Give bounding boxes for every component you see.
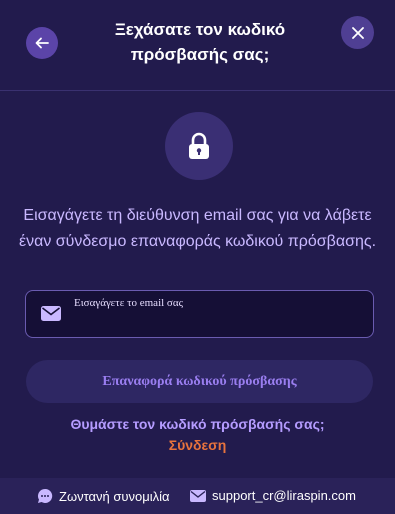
lock-icon <box>189 132 209 159</box>
email-input[interactable] <box>74 295 364 311</box>
arrow-left-icon <box>35 37 49 49</box>
support-email-link[interactable]: support_cr@liraspin.com <box>190 488 356 503</box>
close-icon <box>351 26 364 39</box>
envelope-icon <box>41 306 61 321</box>
modal-header: Ξεχάσατε τον κωδικό πρόσβασής σας; <box>0 0 395 91</box>
remember-password-text: Θυμάστε τον κωδικό πρόσβασής σας; <box>70 416 325 432</box>
live-chat-label: Ζωντανή συνομιλία <box>59 488 170 504</box>
forgot-password-modal: Ξεχάσατε τον κωδικό πρόσβασής σας; Εισαγ… <box>0 0 395 514</box>
close-button[interactable] <box>341 16 374 49</box>
chat-bubble-icon <box>38 488 53 503</box>
page-title: Ξεχάσατε τον κωδικό πρόσβασής σας; <box>80 17 320 67</box>
support-email-label: support_cr@liraspin.com <box>212 488 356 503</box>
title-line-2: πρόσβασής σας; <box>130 45 270 64</box>
support-footer: Ζωντανή συνομιλία support_cr@liraspin.co… <box>0 478 395 514</box>
envelope-icon <box>190 489 206 502</box>
back-button[interactable] <box>26 27 58 59</box>
title-line-1: Ξεχάσατε τον κωδικό <box>114 20 286 39</box>
email-field[interactable] <box>25 290 374 338</box>
login-link[interactable]: Σύνδεση <box>0 436 395 455</box>
live-chat-link[interactable]: Ζωντανή συνομιλία <box>37 488 170 504</box>
lock-badge <box>165 112 233 180</box>
instructions-text: Εισαγάγετε τη διεύθυνση email σας για να… <box>18 207 377 250</box>
reset-password-button[interactable]: Επαναφορά κωδικού πρόσβασης <box>26 360 373 403</box>
